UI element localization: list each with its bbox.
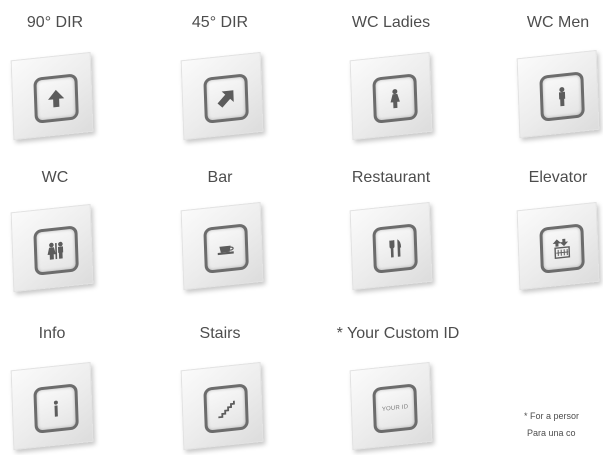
tile-restaurant[interactable] [349, 201, 433, 291]
tile-wc-men[interactable] [516, 49, 600, 139]
tile-stairs[interactable] [180, 361, 264, 451]
tile-wc-ladies[interactable] [349, 51, 433, 141]
stairs-icon [218, 400, 235, 419]
man-icon [558, 87, 566, 107]
arrow-diagonal-icon [217, 90, 234, 108]
button-90-dir[interactable] [33, 73, 79, 124]
coffee-cup-icon [217, 245, 234, 256]
button-wc-ladies[interactable] [372, 73, 418, 124]
tile-90-dir[interactable] [10, 51, 94, 141]
arrow-up-icon [48, 89, 65, 108]
tile-elevator[interactable] [516, 201, 600, 291]
woman-icon [390, 89, 400, 109]
wc-people-icon [47, 241, 64, 260]
button-wc-men[interactable] [539, 71, 585, 122]
button-wc[interactable] [33, 225, 79, 276]
footnote-line2: Para una co [527, 428, 576, 438]
label-info: Info [38, 325, 66, 342]
footnote-line1: * For a persor [524, 411, 580, 421]
tile-bar[interactable] [180, 201, 264, 291]
button-custom-id[interactable]: YOUR ID [372, 383, 418, 434]
info-icon [53, 400, 58, 417]
custom-id-icon: YOUR ID [381, 404, 409, 413]
button-elevator[interactable] [539, 223, 585, 274]
label-wc: WC [41, 169, 69, 186]
button-info[interactable] [33, 383, 79, 434]
label-wc-men: WC Men [526, 14, 590, 31]
tile-info[interactable] [10, 361, 94, 451]
label-restaurant: Restaurant [351, 169, 431, 186]
label-wc-ladies: WC Ladies [351, 14, 431, 31]
label-custom-id: * Your Custom ID [336, 325, 460, 342]
label-90-dir: 90° DIR [26, 14, 84, 31]
elevator-icon [552, 238, 571, 260]
fork-knife-icon [389, 239, 402, 258]
button-stairs[interactable] [203, 383, 249, 434]
button-bar[interactable] [203, 223, 249, 274]
button-45-dir[interactable] [203, 73, 249, 124]
label-stairs: Stairs [199, 325, 241, 342]
tile-wc[interactable] [10, 203, 94, 293]
button-restaurant[interactable] [372, 223, 418, 274]
label-elevator: Elevator [528, 169, 588, 186]
label-bar: Bar [207, 169, 233, 186]
label-45-dir: 45° DIR [191, 14, 249, 31]
tile-custom-id[interactable]: YOUR ID [349, 361, 433, 451]
tile-45-dir[interactable] [180, 51, 264, 141]
